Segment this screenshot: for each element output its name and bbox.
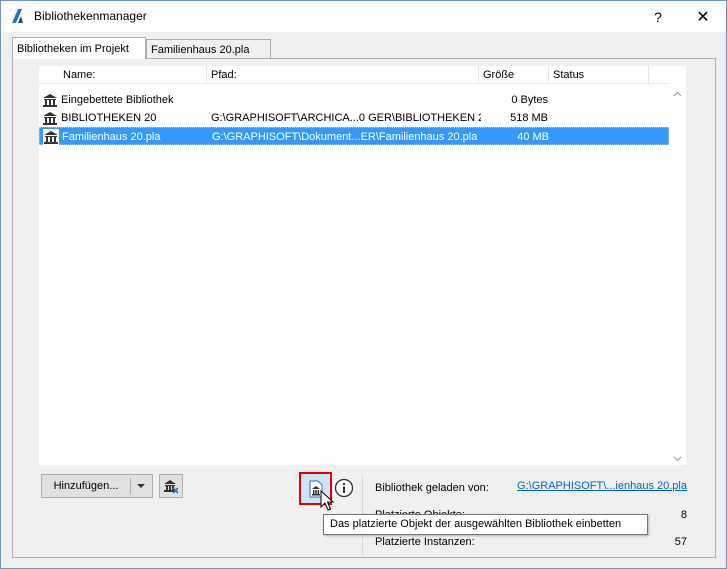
library-icon [43,94,57,107]
loaded-from-link[interactable]: G:\GRAPHISOFT\...ienhaus 20.pla [517,480,687,492]
info-icon[interactable] [334,478,354,498]
tab-familienhaus-pla[interactable]: Familienhaus 20.pla [146,39,271,59]
tab-libraries-in-project[interactable]: Bibliotheken im Projekt [12,37,146,59]
column-header-name[interactable]: Name: [59,66,207,84]
column-header-size[interactable]: Größe [479,66,549,84]
chevron-down-icon[interactable] [136,482,146,490]
library-path: G:\GRAPHISOFT\Dokument...ER\Familienhaus… [212,131,478,143]
scroll-down-icon[interactable] [673,454,682,463]
split-divider [130,478,131,494]
library-name: Familienhaus 20.pla [62,131,161,143]
archicad-icon [12,9,23,23]
library-name: BIBLIOTHEKEN 20 [61,112,157,124]
placed-instances-label: Platzierte Instanzen: [375,536,475,548]
list-item[interactable]: BIBLIOTHEKEN 20 G:\GRAPHISOFT\ARCHICA...… [39,109,669,127]
add-library-label: Hinzufügen... [53,480,119,492]
window-title: Bibliothekenmanager [34,9,147,23]
loaded-from-label: Bibliothek geladen von: [375,482,489,494]
library-manager-window: Bibliothekenmanager ? ✕ Bibliotheken im … [0,0,727,569]
remove-library-icon [164,480,179,494]
column-header-path[interactable]: Pfad: [207,66,479,84]
library-size: 518 MB [510,112,548,124]
close-button[interactable]: ✕ [680,1,726,32]
list-item[interactable]: Eingebettete Bibliothek 0 Bytes [39,91,669,109]
remove-library-button[interactable] [159,474,183,498]
list-scrollbar[interactable] [669,66,686,465]
scroll-up-icon[interactable] [673,90,682,99]
library-path: G:\GRAPHISOFT\ARCHICA...0 GER\BIBLIOTHEK… [211,112,481,124]
help-button[interactable]: ? [635,1,681,32]
library-list[interactable]: Name: Pfad: Größe Status Eingebettete Bi… [39,66,669,465]
placed-instances-value: 57 [674,536,687,548]
placed-objects-value: 8 [680,509,687,521]
library-size: 0 Bytes [511,94,548,106]
library-icon [43,112,57,125]
list-item-selected[interactable]: Familienhaus 20.pla G:\GRAPHISOFT\Dokume… [39,127,669,145]
column-header-status[interactable]: Status [549,66,649,84]
mouse-cursor-icon [320,490,334,511]
library-icon [43,129,59,145]
add-library-button[interactable]: Hinzufügen... [41,474,153,498]
embed-tooltip: Das platzierte Objekt der ausgewählten B… [323,514,648,535]
list-header: Name: Pfad: Größe Status [39,66,669,84]
library-size: 40 MB [517,131,549,143]
title-bar[interactable]: Bibliothekenmanager ? ✕ [1,1,726,32]
tab-panel: Name: Pfad: Größe Status Eingebettete Bi… [12,58,716,558]
library-name: Eingebettete Bibliothek [61,94,174,106]
